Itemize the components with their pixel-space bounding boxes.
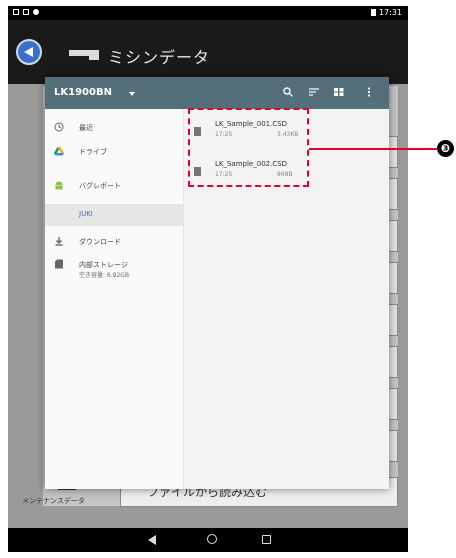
drawer-item-label: ダウンロード xyxy=(79,238,121,246)
nav-recent-apps-icon[interactable] xyxy=(262,535,271,544)
drawer-item-recent[interactable]: 最近 xyxy=(45,117,183,139)
drawer-item-juki[interactable]: JUKI xyxy=(45,204,183,226)
status-time: 17:31 xyxy=(370,8,402,17)
drawer-item-bugreport[interactable]: バグレポート xyxy=(45,175,183,197)
drawer-item-label: 最近 xyxy=(79,124,93,132)
drive-icon xyxy=(54,147,64,156)
search-icon[interactable] xyxy=(283,87,293,97)
navigation-bar xyxy=(8,528,408,552)
tablet-screen: 17:31 ミシンデータ メンテナンスデータ ファイルから読み込む LK1900… xyxy=(8,6,408,552)
drawer-item-label: バグレポート xyxy=(79,182,121,190)
drawer-item-label: ドライブ xyxy=(79,148,107,156)
battery-icon xyxy=(370,9,376,16)
drawer-item-downloads[interactable]: ダウンロード xyxy=(45,231,183,253)
file-highlight-box xyxy=(188,108,309,187)
drawer-item-label: 内部ストレージ xyxy=(79,261,128,269)
dialog-toolbar: LK1900BN xyxy=(45,77,389,109)
sort-icon[interactable] xyxy=(309,87,319,97)
android-icon xyxy=(55,181,63,190)
drawer-item-internal-storage[interactable]: 内部ストレージ 空き容量: 6.92GB xyxy=(45,254,183,284)
nav-back-icon[interactable] xyxy=(148,535,156,545)
back-button[interactable] xyxy=(16,39,42,65)
roots-drawer: 最近 ドライブ バグレポート JUKI ダウンロード 内部ストレージ 空き容量:… xyxy=(45,109,184,489)
dialog-title[interactable]: LK1900BN xyxy=(54,87,112,98)
notification-icons xyxy=(13,9,39,15)
clock-icon xyxy=(54,122,64,132)
callout-number: ❸ xyxy=(437,140,454,157)
download-icon xyxy=(55,237,63,246)
more-vert-icon[interactable] xyxy=(367,87,371,97)
dropdown-caret-icon[interactable] xyxy=(129,92,135,96)
sewing-machine-icon xyxy=(69,50,99,60)
drawer-item-label: JUKI xyxy=(79,210,93,218)
app-bar: ミシンデータ xyxy=(8,20,408,84)
grid-view-icon[interactable] xyxy=(334,87,344,97)
sd-card-icon xyxy=(55,259,63,269)
maintenance-label: メンテナンスデータ xyxy=(22,497,85,505)
callout-line xyxy=(309,148,437,150)
status-time-text: 17:31 xyxy=(378,8,402,17)
app-title: ミシンデータ xyxy=(108,48,211,67)
status-bar: 17:31 xyxy=(8,6,408,20)
storage-free-space: 空き容量: 6.92GB xyxy=(79,272,130,279)
drawer-item-drive[interactable]: ドライブ xyxy=(45,141,183,163)
nav-home-icon[interactable] xyxy=(207,534,217,544)
